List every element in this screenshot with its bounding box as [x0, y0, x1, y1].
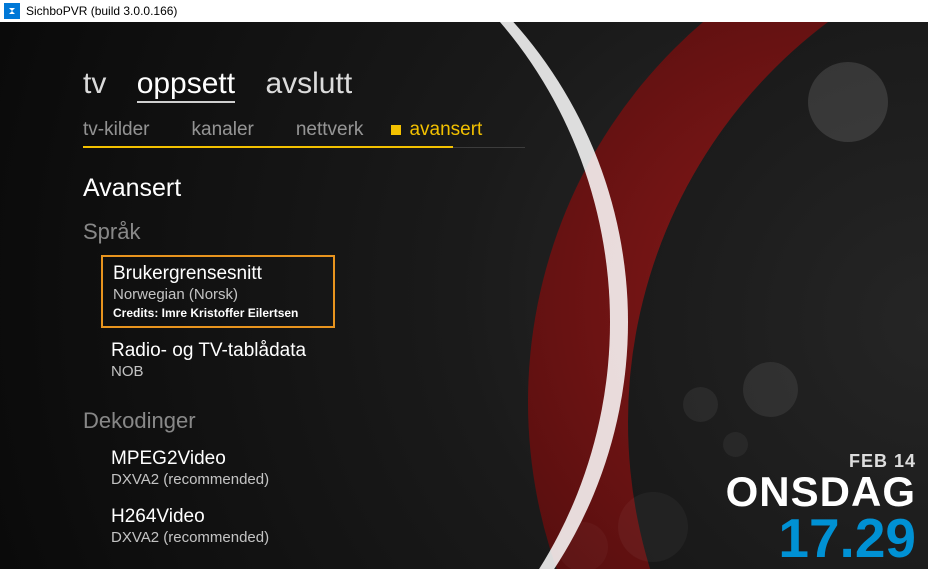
section-sprak-label: Språk: [83, 219, 928, 245]
subnav-kanaler[interactable]: kanaler: [192, 119, 254, 141]
window-title: SichboPVR (build 3.0.0.166): [26, 4, 177, 18]
section-dekodinger-label: Dekodinger: [83, 408, 928, 434]
setting-title: Radio- og TV-tablådata: [111, 340, 918, 362]
subnav-tv-kilder[interactable]: tv-kilder: [83, 119, 150, 141]
active-marker-icon: [391, 125, 401, 135]
setting-epg-language[interactable]: Radio- og TV-tablådata NOB: [101, 334, 928, 386]
app-icon: [4, 3, 20, 19]
nav-tv[interactable]: tv: [83, 67, 106, 100]
setting-title: Brukergrensesnitt: [113, 263, 323, 285]
nav-oppsett[interactable]: oppsett: [137, 67, 235, 103]
subnav-avansert[interactable]: avansert: [409, 119, 482, 141]
nav-avslutt[interactable]: avslutt: [265, 67, 352, 100]
titlebar: SichboPVR (build 3.0.0.166): [0, 0, 928, 22]
setting-value: NOB: [111, 363, 918, 380]
subnav-nettverk[interactable]: nettverk: [296, 119, 364, 141]
clock: FEB 14 ONSDAG 17.29: [726, 451, 916, 564]
setting-credits: Credits: Imre Kristoffer Eilertsen: [113, 306, 323, 320]
sub-nav: tv-kilder kanaler nettverk avansert: [83, 119, 525, 148]
page-title: Avansert: [83, 174, 928, 203]
setting-value: Norwegian (Norsk): [113, 286, 323, 303]
clock-day: ONSDAG: [726, 472, 916, 512]
setting-ui-language[interactable]: Brukergrensesnitt Norwegian (Norsk) Cred…: [101, 255, 335, 328]
main-nav: tv oppsett avslutt: [83, 67, 928, 101]
clock-time: 17.29: [726, 512, 916, 564]
